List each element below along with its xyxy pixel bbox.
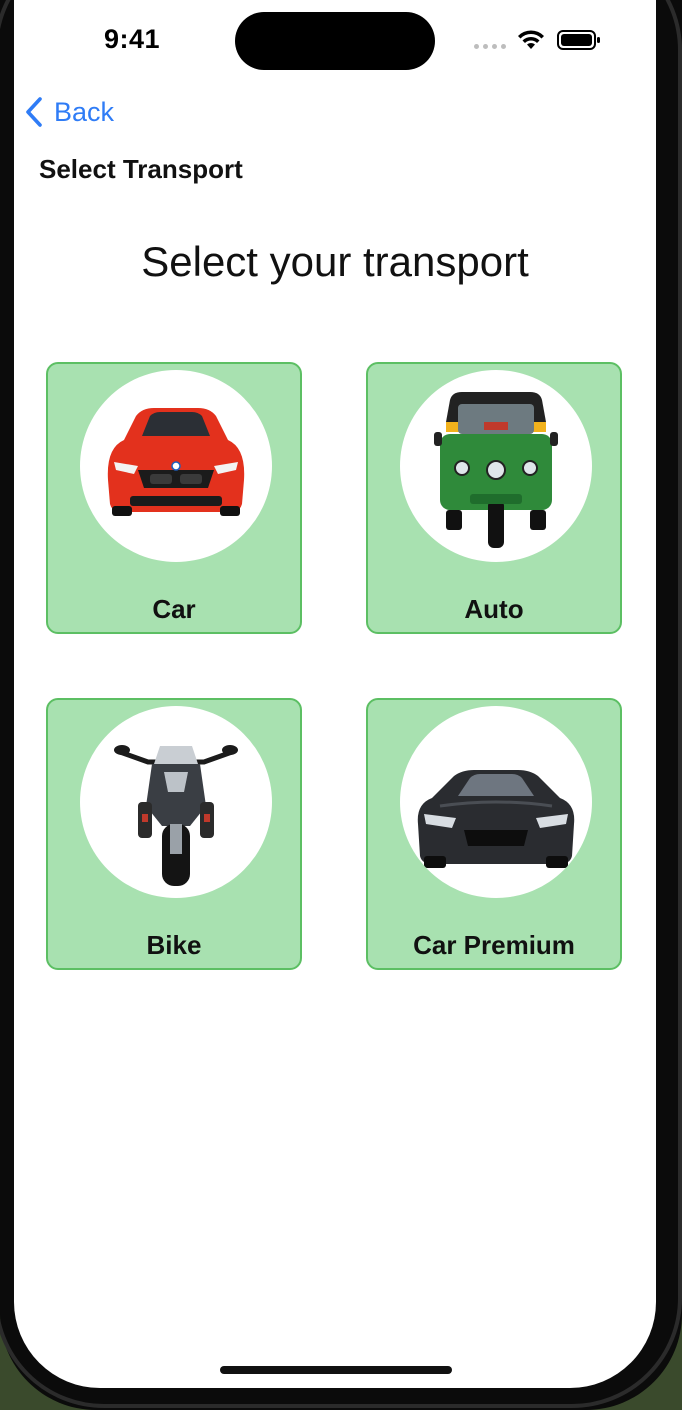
black-sports-car-image xyxy=(417,770,575,868)
car-premium-image-circle xyxy=(400,706,592,898)
bike-image-circle xyxy=(80,706,272,898)
phone-screen: 9:41 Back Select Transport Select your t… xyxy=(14,0,656,1388)
motorcycle-image xyxy=(114,745,238,886)
option-label-auto: Auto xyxy=(464,594,524,624)
transport-option-car-premium[interactable]: Car Premium xyxy=(366,698,622,970)
transport-option-auto[interactable]: Auto xyxy=(366,362,622,634)
auto-image-circle xyxy=(400,370,592,562)
car-image-circle xyxy=(80,370,272,562)
option-label-car-premium: Car Premium xyxy=(413,930,575,960)
transport-option-car[interactable]: Car xyxy=(46,362,302,634)
transport-option-bike[interactable]: Bike xyxy=(46,698,302,970)
red-car-image xyxy=(107,408,245,516)
transport-options-grid: Car Auto Bike Car Premium xyxy=(14,0,656,1000)
auto-rickshaw-image xyxy=(434,392,558,548)
option-label-bike: Bike xyxy=(146,930,202,960)
option-label-car: Car xyxy=(152,594,196,624)
home-indicator[interactable] xyxy=(220,1366,452,1374)
